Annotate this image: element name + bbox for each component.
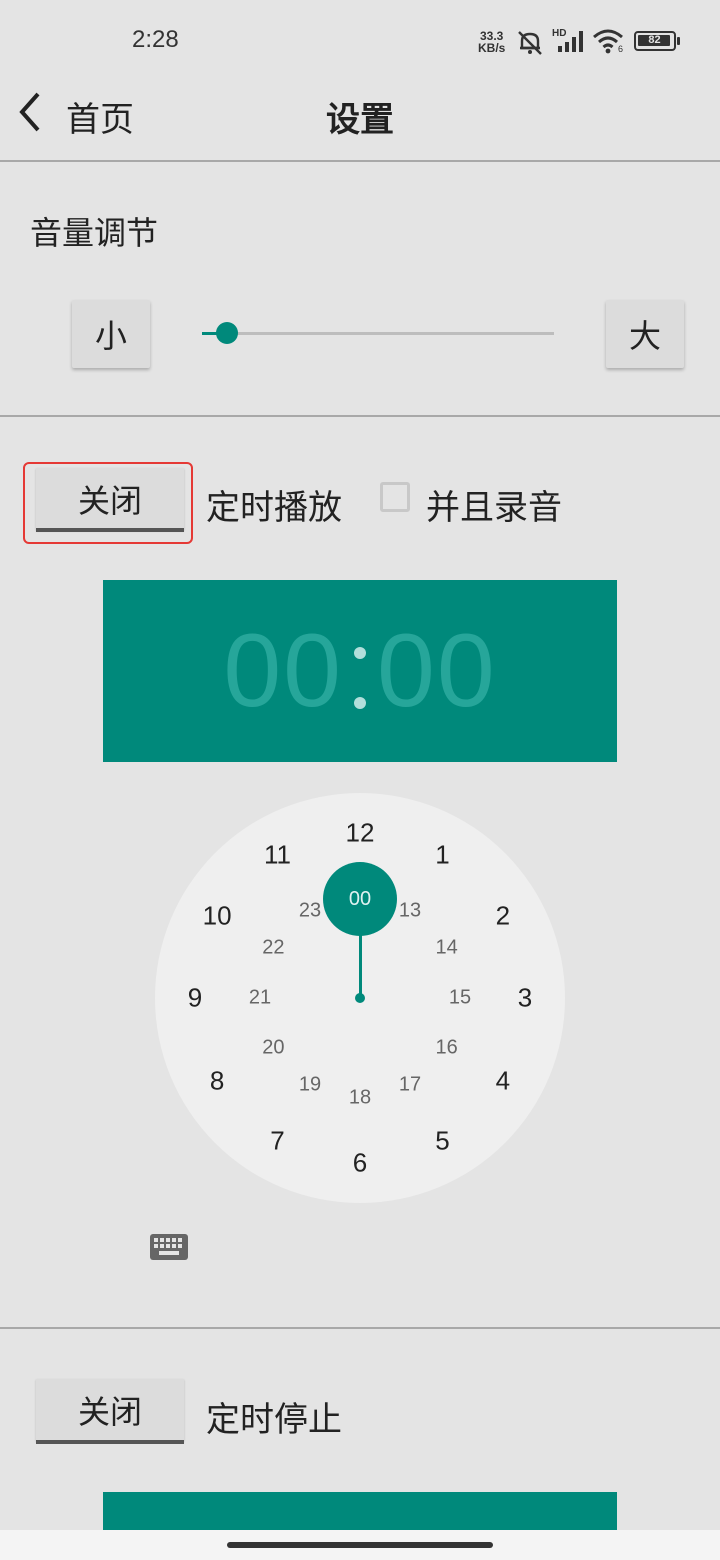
- home-indicator[interactable]: [227, 1542, 493, 1548]
- dial-hour-20[interactable]: 20: [262, 1037, 284, 1060]
- section-divider: [0, 1327, 720, 1329]
- back-chevron-icon[interactable]: [16, 90, 46, 134]
- status-time: 2:28: [132, 26, 179, 53]
- timed-play-label: 定时播放: [206, 488, 342, 528]
- dial-hour-2[interactable]: 2: [496, 900, 510, 931]
- dial-hour-17[interactable]: 17: [399, 1073, 421, 1096]
- battery-percent: 82: [648, 34, 661, 46]
- timed-stop-toggle-button[interactable]: 关闭: [36, 1379, 184, 1441]
- clock-hand: [359, 928, 362, 998]
- network-speed: 33.3 KB/s: [478, 30, 505, 54]
- dial-hour-12[interactable]: 12: [346, 818, 375, 849]
- toggle-off-indicator: [36, 528, 184, 532]
- keyboard-icon[interactable]: [150, 1234, 188, 1260]
- dial-hour-21[interactable]: 21: [249, 987, 271, 1010]
- battery-tip: [677, 37, 680, 45]
- toggle-off-indicator: [36, 1440, 184, 1444]
- network-speed-unit: KB/s: [478, 41, 506, 55]
- cellular-signal-icon: [558, 31, 583, 52]
- section-divider: [0, 415, 720, 417]
- dial-hour-9[interactable]: 9: [188, 983, 202, 1014]
- wifi-badge: 6: [618, 44, 624, 54]
- dial-hour-10[interactable]: 10: [203, 900, 232, 931]
- bell-muted-icon: [518, 31, 542, 55]
- dial-hour-7[interactable]: 7: [270, 1125, 284, 1156]
- dial-hour-11[interactable]: 11: [264, 840, 291, 871]
- volume-slider-track[interactable]: [202, 332, 554, 335]
- dial-hour-18[interactable]: 18: [349, 1087, 371, 1110]
- stop-time-display: [103, 1492, 617, 1532]
- time-minutes[interactable]: 00: [377, 612, 497, 731]
- dial-hour-3[interactable]: 3: [518, 983, 532, 1014]
- time-separator: [343, 621, 377, 721]
- back-button-label[interactable]: 首页: [66, 92, 134, 141]
- clock-center-dot: [355, 993, 365, 1003]
- dial-hour-13[interactable]: 13: [399, 900, 421, 923]
- settings-screen: 2:28 33.3 KB/s HD 6 82 设置 首页 音量调节 小 大 关闭…: [0, 0, 720, 1560]
- clock-selected-value[interactable]: 00: [323, 862, 397, 936]
- dial-hour-6[interactable]: 6: [353, 1148, 367, 1179]
- timed-stop-label: 定时停止: [206, 1400, 342, 1440]
- dial-hour-19[interactable]: 19: [299, 1073, 321, 1096]
- dial-hour-23[interactable]: 23: [299, 900, 321, 923]
- dial-hour-8[interactable]: 8: [210, 1065, 224, 1096]
- volume-slider-thumb[interactable]: [215, 322, 238, 344]
- dial-hour-22[interactable]: 22: [262, 937, 284, 960]
- volume-up-button[interactable]: 大: [606, 300, 684, 368]
- dial-hour-16[interactable]: 16: [435, 1037, 457, 1060]
- dial-hour-1[interactable]: 1: [435, 840, 449, 871]
- dial-hour-5[interactable]: 5: [435, 1125, 449, 1156]
- timed-play-toggle-button[interactable]: 关闭: [36, 468, 184, 530]
- record-checkbox[interactable]: [380, 482, 410, 512]
- volume-section-title: 音量调节: [30, 214, 159, 252]
- record-label: 并且录音: [426, 488, 562, 528]
- dial-hour-4[interactable]: 4: [496, 1065, 510, 1096]
- volume-down-button[interactable]: 小: [72, 300, 150, 368]
- time-hours[interactable]: 00: [223, 612, 343, 731]
- dial-hour-14[interactable]: 14: [435, 937, 457, 960]
- dial-hour-15[interactable]: 15: [449, 987, 471, 1010]
- battery-icon: 82: [634, 31, 676, 51]
- time-display-digits: 00 00: [103, 580, 617, 762]
